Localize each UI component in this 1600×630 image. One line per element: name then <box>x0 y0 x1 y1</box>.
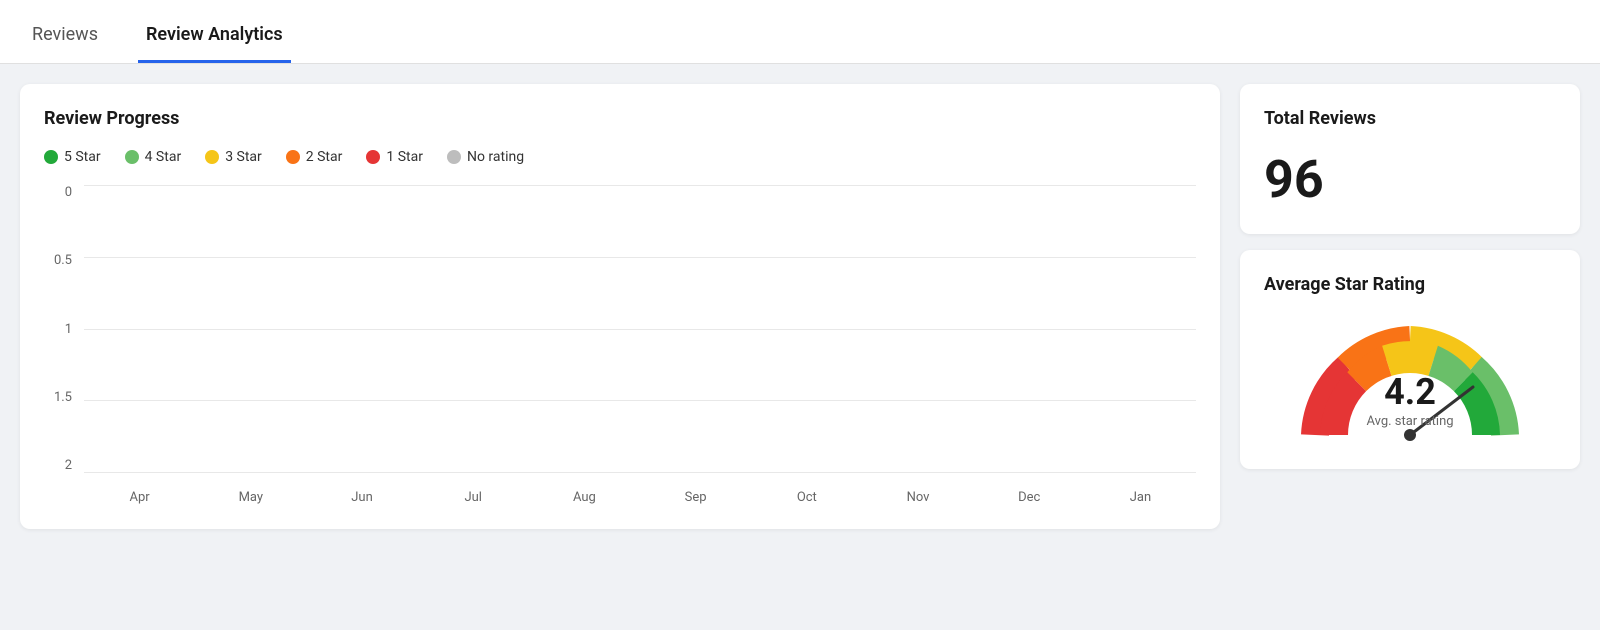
x-label-dec: Dec <box>974 490 1085 505</box>
legend-3star: 3 Star <box>205 149 262 165</box>
y-label-0: 0 <box>65 185 72 200</box>
review-progress-title: Review Progress <box>44 108 1196 129</box>
x-label-jan: Jan <box>1085 490 1196 505</box>
bars-container <box>84 185 1196 473</box>
y-label-2: 2 <box>65 458 72 473</box>
y-label-1: 1 <box>65 322 72 337</box>
right-panel: Total Reviews 96 Average Star Rating <box>1240 84 1580 529</box>
bar-chart: 2 1.5 1 0.5 0 <box>44 185 1196 505</box>
y-label-0-5: 0.5 <box>54 253 72 268</box>
avg-star-rating-title: Average Star Rating <box>1264 274 1556 295</box>
gauge-subtitle: Avg. star rating <box>1366 414 1453 429</box>
tab-review-analytics[interactable]: Review Analytics <box>138 26 291 63</box>
x-label-jun: Jun <box>306 490 417 505</box>
x-label-oct: Oct <box>751 490 862 505</box>
legend-dot-2star <box>286 150 300 164</box>
y-axis: 2 1.5 1 0.5 0 <box>44 185 84 505</box>
x-label-may: May <box>195 490 306 505</box>
legend-label-3star: 3 Star <box>225 149 262 165</box>
x-axis: Apr May Jun Jul Aug Sep Oct Nov Dec Jan <box>84 473 1196 505</box>
legend-norating: No rating <box>447 149 524 165</box>
legend-4star: 4 Star <box>125 149 182 165</box>
total-reviews-card: Total Reviews 96 <box>1240 84 1580 234</box>
gauge-number: 4.2 <box>1366 374 1453 410</box>
legend-2star: 2 Star <box>286 149 343 165</box>
tab-bar: Reviews Review Analytics <box>0 0 1600 64</box>
legend-dot-3star <box>205 150 219 164</box>
review-progress-card: Review Progress 5 Star 4 Star 3 Star 2 S… <box>20 84 1220 529</box>
x-label-sep: Sep <box>640 490 751 505</box>
legend-dot-norating <box>447 150 461 164</box>
legend-label-4star: 4 Star <box>145 149 182 165</box>
gauge-container: 4.2 Avg. star rating <box>1264 315 1556 445</box>
x-label-jul: Jul <box>418 490 529 505</box>
tab-reviews[interactable]: Reviews <box>24 26 106 63</box>
legend-dot-1star <box>366 150 380 164</box>
chart-legend: 5 Star 4 Star 3 Star 2 Star 1 Star No ra… <box>44 149 1196 165</box>
chart-inner: Apr May Jun Jul Aug Sep Oct Nov Dec Jan <box>84 185 1196 505</box>
legend-label-2star: 2 Star <box>306 149 343 165</box>
x-label-aug: Aug <box>529 490 640 505</box>
gauge-value: 4.2 Avg. star rating <box>1366 374 1453 429</box>
y-label-1-5: 1.5 <box>54 390 72 405</box>
gauge-svg-wrapper: 4.2 Avg. star rating <box>1290 315 1530 445</box>
total-reviews-count: 96 <box>1264 149 1556 210</box>
main-content: Review Progress 5 Star 4 Star 3 Star 2 S… <box>0 64 1600 549</box>
legend-label-1star: 1 Star <box>386 149 423 165</box>
legend-1star: 1 Star <box>366 149 423 165</box>
total-reviews-title: Total Reviews <box>1264 108 1556 129</box>
legend-dot-5star <box>44 150 58 164</box>
legend-label-norating: No rating <box>467 149 524 165</box>
x-label-nov: Nov <box>862 490 973 505</box>
legend-dot-4star <box>125 150 139 164</box>
avg-star-rating-card: Average Star Rating <box>1240 250 1580 469</box>
legend-label-5star: 5 Star <box>64 149 101 165</box>
x-label-apr: Apr <box>84 490 195 505</box>
legend-5star: 5 Star <box>44 149 101 165</box>
